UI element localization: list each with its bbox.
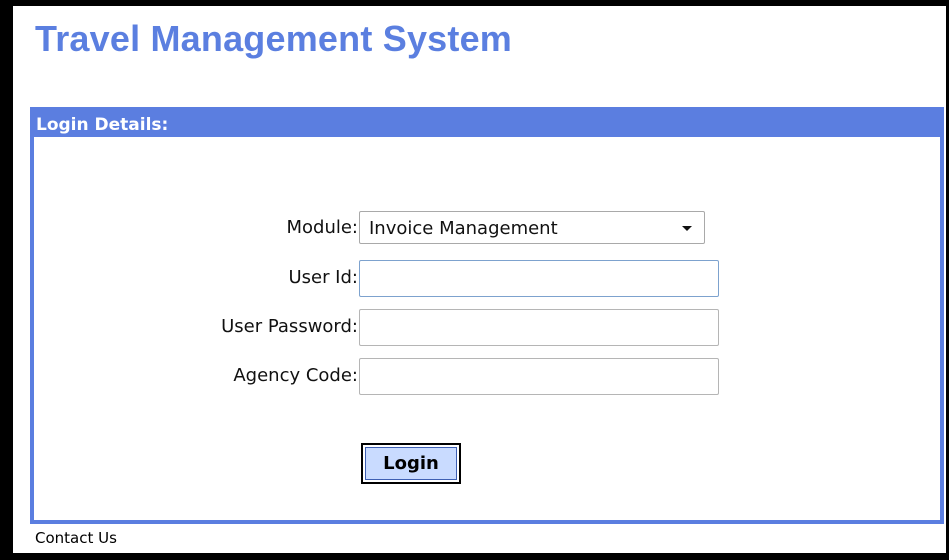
chevron-down-icon [682, 226, 692, 231]
module-selected-value: Invoice Management [369, 218, 558, 239]
module-select[interactable]: Invoice Management [359, 211, 705, 244]
panel-header: Login Details: [34, 111, 940, 139]
user-password-input[interactable] [359, 309, 719, 346]
login-panel: Login Details: Module: Invoice Managemen… [30, 107, 944, 524]
agency-code-input[interactable] [359, 358, 719, 395]
agency-code-label: Agency Code: [233, 365, 358, 386]
login-button[interactable]: Login [361, 443, 461, 484]
login-page: Travel Management System Login Details: … [13, 6, 946, 553]
panel-title: Login Details: [36, 115, 169, 135]
module-label: Module: [286, 217, 358, 238]
user-id-label: User Id: [288, 267, 358, 288]
login-button-label: Login [365, 447, 457, 480]
user-password-label: User Password: [221, 316, 358, 337]
app-title: Travel Management System [35, 18, 513, 59]
user-id-input[interactable] [359, 260, 719, 297]
contact-us-link[interactable]: Contact Us [35, 529, 117, 547]
